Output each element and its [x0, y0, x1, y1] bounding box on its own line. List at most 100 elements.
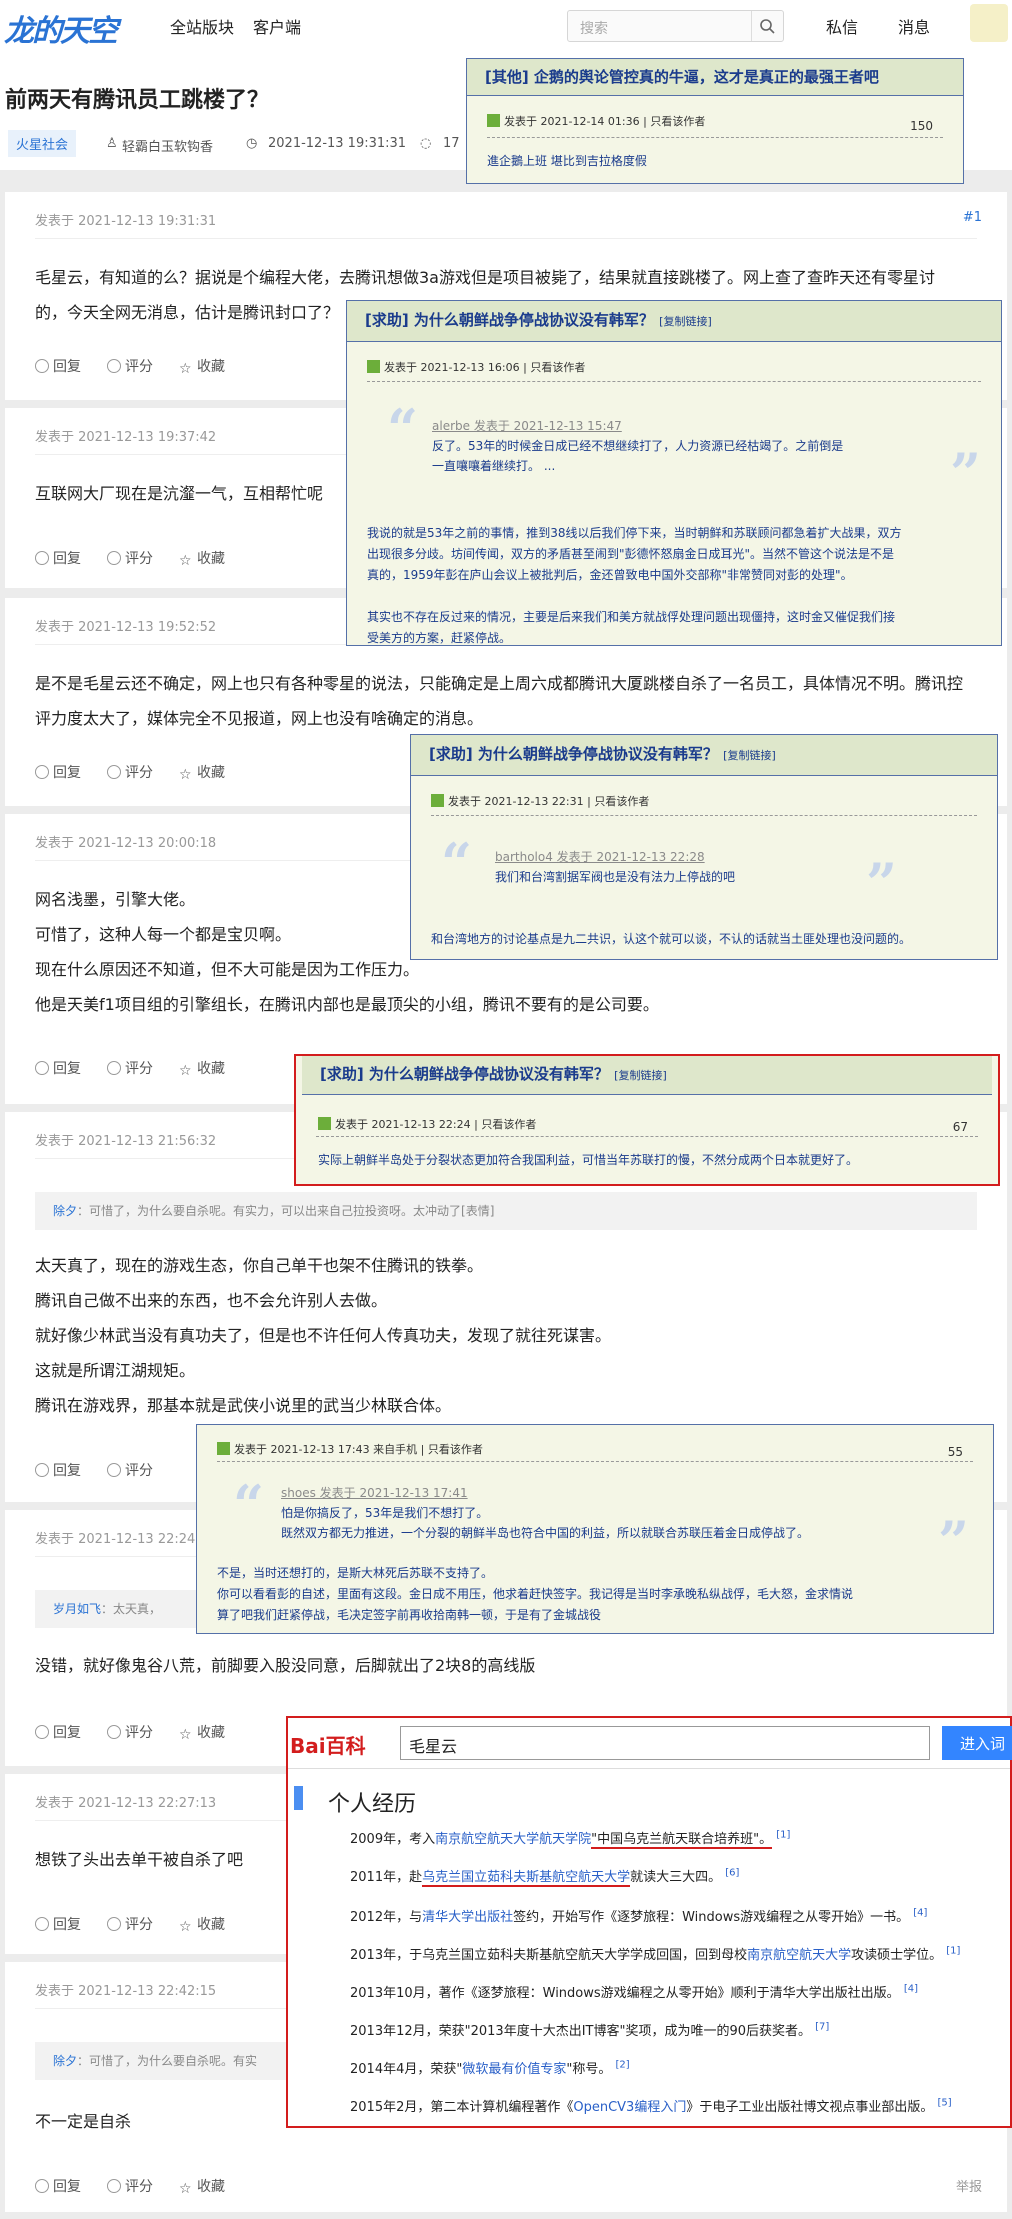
report-link[interactable]: 举报 — [956, 2176, 982, 2195]
post-line: 没错，就好像鬼谷八荒，前脚要入股没同意，后脚就出了2块8的高线版 — [35, 1656, 536, 1675]
timeline-item: 2012年，与清华大学出版社签约，开始写作《逐梦旅程：Windows游戏编程之从… — [350, 1906, 927, 1925]
rate-button[interactable]: 评分 — [107, 2179, 153, 2195]
star-icon: ☆ — [179, 1727, 192, 1743]
quote-text: ：太天真， — [101, 1602, 162, 1616]
only-author-link[interactable]: 只看该作者 — [650, 115, 705, 128]
timeline-item: 2009年，考入南京航空航天大学航天学院"中国乌克兰航天联合培养班"。 [1] — [350, 1828, 790, 1849]
rate-button[interactable]: 评分 — [107, 551, 153, 567]
rate-button[interactable]: 评分 — [107, 359, 153, 375]
post-floor[interactable]: #1 — [963, 210, 982, 225]
post-line: 腾讯自己做不出来的东西，也不会允许别人去做。 — [35, 1291, 388, 1310]
card-time: 发表于 2021-12-13 22:24 — [335, 1118, 471, 1131]
only-author-link[interactable]: 只看该作者 — [530, 361, 585, 374]
reply-button[interactable]: 回复 — [35, 1463, 81, 1479]
quote-text: ：可惜了，为什么要自杀呢。有实 — [77, 2054, 258, 2068]
card-floor: 150 — [910, 119, 933, 133]
post-actions: 回复 评分 ☆ 收藏 — [35, 1058, 251, 1079]
rate-button[interactable]: 评分 — [107, 1463, 153, 1479]
rate-label: 评分 — [125, 765, 153, 781]
ref-link[interactable]: [1] — [776, 1830, 790, 1841]
fav-button[interactable]: ☆ 收藏 — [179, 1061, 225, 1079]
copy-link[interactable]: [复制链接] — [614, 1069, 667, 1082]
baike-search-input[interactable]: 毛星云 — [400, 1726, 930, 1760]
reply-button[interactable]: 回复 — [35, 1725, 81, 1741]
quote-author[interactable]: bartholo4 发表于 2021-12-13 22:28 — [495, 847, 735, 867]
thread-author[interactable]: 轻霸白玉软钩香 — [122, 136, 213, 155]
search-button[interactable] — [751, 11, 783, 41]
body-line: 不是，当时还想打的，是斯大林死后苏联不支持了。 — [217, 1566, 494, 1580]
post-actions: 回复 评分 — [35, 1460, 179, 1480]
online-icon — [367, 360, 380, 373]
star-icon: ☆ — [179, 2181, 192, 2197]
rate-button[interactable]: 评分 — [107, 765, 153, 781]
ref-link[interactable]: [4] — [913, 1908, 927, 1919]
reply-button[interactable]: 回复 — [35, 2179, 81, 2195]
copy-link[interactable]: [复制链接] — [659, 315, 712, 328]
fav-button[interactable]: ☆ 收藏 — [179, 1917, 225, 1935]
nav-notifications[interactable]: 消息 — [898, 14, 930, 38]
reply-quote: 除夕：可惜了，为什么要自杀呢。有实 — [35, 2042, 295, 2080]
nav-client[interactable]: 客户端 — [253, 14, 301, 38]
post-time: 发表于 2021-12-13 22:24: — [35, 1532, 200, 1547]
fav-button[interactable]: ☆ 收藏 — [179, 1725, 225, 1743]
post-line: 太天真了，现在的游戏生态，你自己单干也架不住腾讯的铁拳。 — [35, 1256, 484, 1275]
quote-user[interactable]: 岁月如飞 — [53, 1602, 101, 1616]
timeline-item: 2011年，赴乌克兰国立茹科夫斯基航空航天大学就读大三大四。 [6] — [350, 1866, 739, 1887]
quote-user[interactable]: 除夕 — [53, 2054, 77, 2068]
item-link[interactable]: OpenCV3编程入门 — [573, 2100, 686, 2115]
search-input[interactable]: 搜索 — [567, 10, 784, 42]
site-logo[interactable]: 龙的天空 — [4, 6, 118, 50]
overlay-card-2: [求助] 为什么朝鲜战争停战协议没有韩军？ [复制链接] 发表于 2021-12… — [346, 300, 1002, 646]
rate-button[interactable]: 评分 — [107, 1061, 153, 1077]
quote-author[interactable]: shoes 发表于 2021-12-13 17:41 — [281, 1483, 809, 1503]
enter-entry-button[interactable]: 进入词 — [942, 1726, 1012, 1760]
ref-link[interactable]: [7] — [815, 2022, 829, 2033]
item-link[interactable]: 微软最有价值专家 — [462, 2062, 566, 2077]
only-author-link[interactable]: 只看该作者 — [481, 1118, 536, 1131]
board-tag[interactable]: 火星社会 — [8, 130, 77, 157]
fav-button[interactable]: ☆ 收藏 — [179, 359, 225, 377]
item-link[interactable]: 南京航空航天大学 — [747, 1948, 851, 1963]
ref-link[interactable]: [5] — [937, 2098, 951, 2109]
body-line — [367, 586, 991, 607]
card-floor: 67 — [952, 1120, 968, 1134]
card-time: 发表于 2021-12-13 16:06 — [384, 361, 520, 374]
baidu-logo[interactable]: Bai百科 — [290, 1730, 366, 1759]
reply-button[interactable]: 回复 — [35, 1917, 81, 1933]
card-time: 发表于 2021-12-13 22:31 — [448, 795, 584, 808]
only-author-link[interactable]: 只看该作者 — [594, 795, 649, 808]
reply-icon — [35, 359, 49, 373]
divider — [288, 1768, 1010, 1769]
card-body: 不是，当时还想打的，是斯大林死后苏联不支持了。 你可以看看彭的自述，里面有这段。金… — [217, 1563, 853, 1626]
ref-link[interactable]: [4] — [904, 1984, 918, 1995]
reply-button[interactable]: 回复 — [35, 1061, 81, 1077]
reply-button[interactable]: 回复 — [35, 765, 81, 781]
reply-button[interactable]: 回复 — [35, 551, 81, 567]
item-link[interactable]: 乌克兰国立茹科夫斯基航空航天大学 — [422, 1870, 631, 1887]
fav-button[interactable]: ☆ 收藏 — [179, 551, 225, 569]
card-floor: 55 — [947, 1445, 963, 1459]
rate-button[interactable]: 评分 — [107, 1725, 153, 1741]
item-link[interactable]: 清华大学出版社 — [422, 1910, 513, 1925]
copy-link[interactable]: [复制链接] — [723, 749, 776, 762]
reply-icon — [35, 1725, 49, 1739]
nav-messages[interactable]: 私信 — [826, 14, 858, 38]
quote-author[interactable]: alerbe 发表于 2021-12-13 15:47 — [432, 416, 843, 436]
nav-all-boards[interactable]: 全站版块 — [170, 14, 234, 38]
rate-icon — [107, 359, 121, 373]
item-link[interactable]: 南京航空航天大学航天学院 — [435, 1832, 591, 1847]
quote-user[interactable]: 除夕 — [53, 1204, 77, 1218]
reply-button[interactable]: 回复 — [35, 359, 81, 375]
body-line: 真的，1959年彭在庐山会议上被批判后，金还曾致电中国外交部称"非常赞同对彭的处… — [367, 568, 853, 582]
reply-icon — [35, 1917, 49, 1931]
fav-button[interactable]: ☆ 收藏 — [179, 2179, 225, 2197]
fav-button[interactable]: ☆ 收藏 — [179, 765, 225, 783]
card-meta: 发表于 2021-12-13 22:24 | 只看该作者 — [318, 1116, 536, 1132]
ref-link[interactable]: [2] — [615, 2060, 629, 2071]
post-time: 发表于 2021-12-13 20:00:18 — [35, 836, 217, 851]
ref-link[interactable]: [6] — [725, 1868, 739, 1879]
ref-link[interactable]: [1] — [946, 1946, 960, 1957]
only-author-link[interactable]: 只看该作者 — [428, 1443, 483, 1456]
rate-button[interactable]: 评分 — [107, 1917, 153, 1933]
user-avatar[interactable] — [970, 4, 1008, 42]
